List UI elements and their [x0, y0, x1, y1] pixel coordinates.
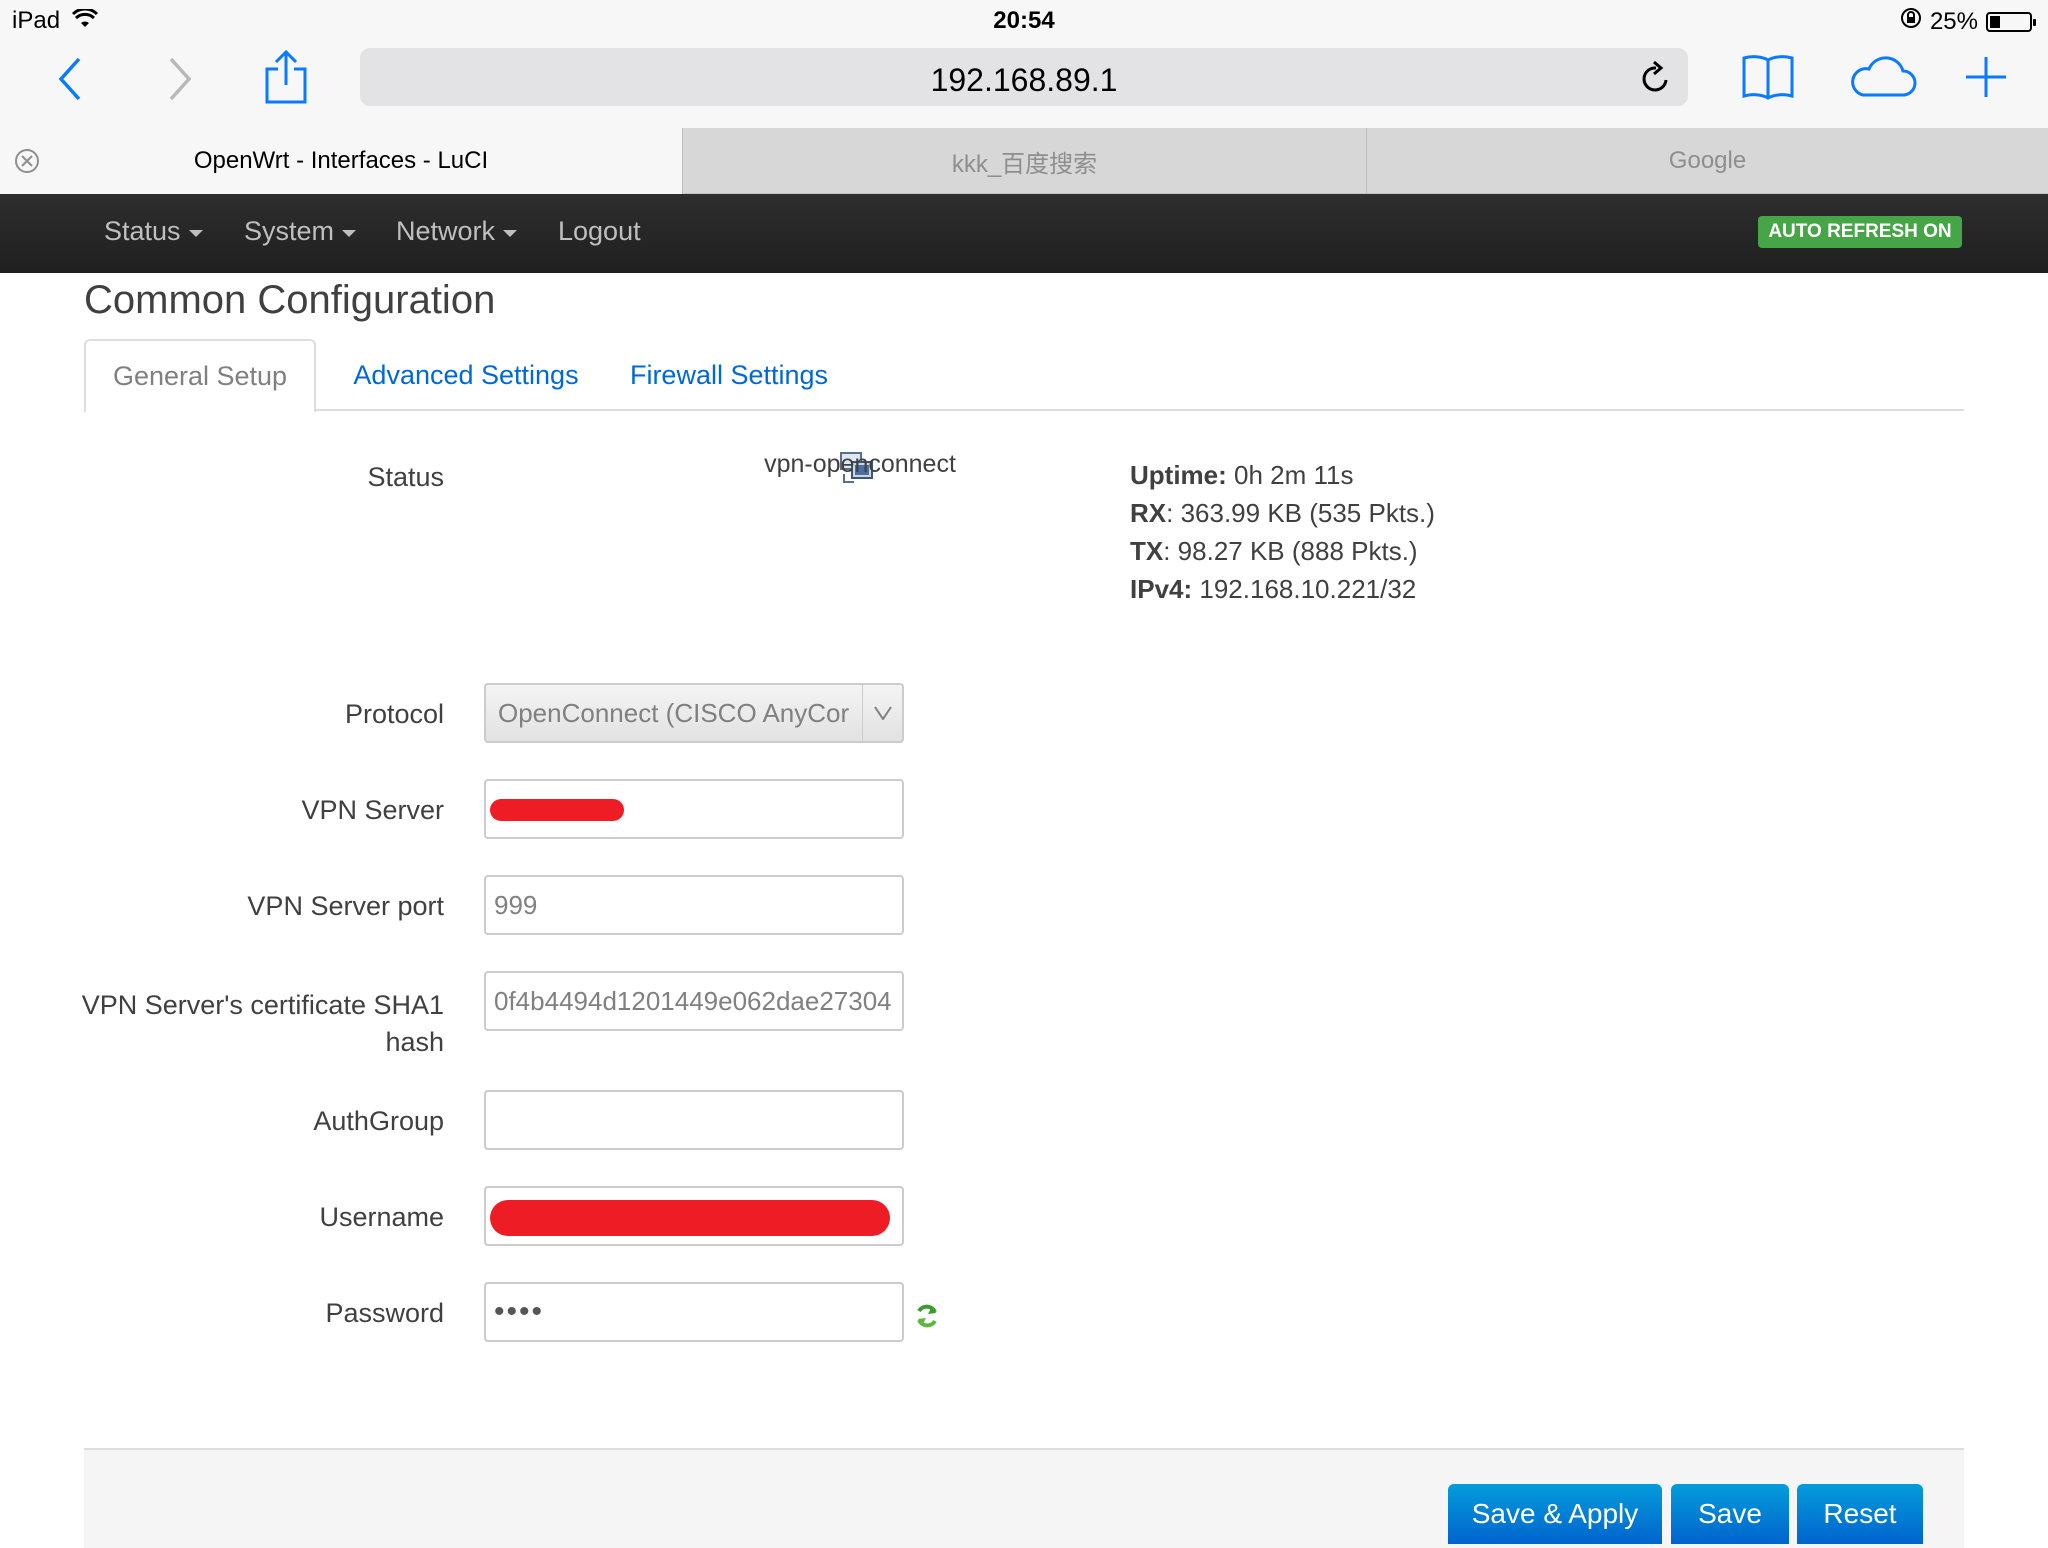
- ipv4-value: 192.168.10.221/32: [1192, 574, 1417, 604]
- battery-icon: [1986, 11, 2036, 32]
- tx-key: TX: [1130, 536, 1164, 566]
- close-tab-icon[interactable]: [14, 148, 40, 181]
- reload-icon[interactable]: [1640, 60, 1672, 99]
- authgroup-input[interactable]: [484, 1090, 904, 1150]
- nav-system[interactable]: System: [244, 216, 357, 247]
- nav-logout[interactable]: Logout: [558, 216, 641, 247]
- nav-status[interactable]: Status: [104, 216, 203, 247]
- rx-row: RX: 363.99 KB (535 Pkts.): [1130, 494, 1435, 532]
- password-label: Password: [325, 1298, 444, 1328]
- browser-tab-google[interactable]: Google: [1366, 128, 2048, 194]
- rotation-lock-icon: [1900, 7, 1922, 36]
- redaction-mark: [490, 1200, 890, 1236]
- vpn-server-port-label: VPN Server port: [247, 891, 444, 921]
- page-title: Common Configuration: [84, 278, 496, 322]
- ios-status-bar: iPad 20:54 25%: [0, 0, 2048, 42]
- vpn-server-label: VPN Server: [301, 795, 444, 825]
- rx-value: : 363.99 KB (535 Pkts.): [1166, 498, 1435, 528]
- bookmarks-icon[interactable]: [1740, 52, 1796, 102]
- luci-nav-bar: Status System Network Logout: [0, 194, 2048, 273]
- uptime-value: 0h 2m 11s: [1226, 460, 1354, 490]
- reset-button[interactable]: Reset: [1797, 1484, 1923, 1544]
- browser-tab-baidu[interactable]: kkk_百度搜索: [682, 128, 1366, 194]
- reveal-password-icon[interactable]: [914, 1302, 940, 1335]
- back-icon[interactable]: [50, 54, 90, 104]
- url-text: 192.168.89.1: [930, 62, 1118, 98]
- tab-title: OpenWrt - Interfaces - LuCI: [193, 147, 489, 174]
- caret-down-icon: [342, 229, 357, 237]
- uptime-key: Uptime:: [1130, 460, 1227, 490]
- clock: 20:54: [993, 7, 1055, 34]
- username-input[interactable]: [484, 1186, 904, 1246]
- address-bar[interactable]: 192.168.89.1: [360, 48, 1688, 106]
- save-apply-button[interactable]: Save & Apply: [1448, 1484, 1662, 1544]
- ipv4-key: IPv4:: [1130, 574, 1193, 604]
- nav-network-label: Network: [396, 216, 496, 246]
- interface-status-info: Uptime: 0h 2m 11s RX: 363.99 KB (535 Pkt…: [1130, 456, 1435, 608]
- config-tabs: General Setup Advanced Settings Firewall…: [84, 339, 1964, 413]
- forward-icon[interactable]: [160, 54, 200, 104]
- share-icon[interactable]: [262, 46, 310, 108]
- cert-hash-label: VPN Server's certificate SHA1 hash: [82, 987, 444, 1061]
- tab-general-setup[interactable]: General Setup: [84, 339, 316, 413]
- tx-value: : 98.27 KB (888 Pkts.): [1163, 536, 1418, 566]
- protocol-label: Protocol: [344, 699, 444, 729]
- save-button[interactable]: Save: [1671, 1484, 1789, 1544]
- authgroup-label: AuthGroup: [313, 1106, 444, 1136]
- auto-refresh-badge[interactable]: AUTO REFRESH ON: [1758, 216, 1962, 248]
- battery-percent: 25%: [1929, 7, 1978, 35]
- interface-device-name: vpn-openconnect: [764, 450, 956, 478]
- chevron-down-icon[interactable]: [862, 685, 902, 741]
- cert-hash-input[interactable]: 0f4b4494d1201449e062dae27304: [484, 971, 904, 1031]
- status-label: Status: [367, 462, 444, 492]
- protocol-select[interactable]: OpenConnect (CISCO AnyCor: [484, 683, 904, 743]
- new-tab-icon[interactable]: [1962, 52, 2010, 102]
- nav-system-label: System: [244, 216, 335, 246]
- vpn-server-input[interactable]: [484, 779, 904, 839]
- tab-title: Google: [1668, 147, 1747, 174]
- tab-advanced-settings[interactable]: Advanced Settings: [346, 339, 586, 411]
- rx-key: RX: [1130, 498, 1167, 528]
- icloud-tabs-icon[interactable]: [1846, 52, 1918, 102]
- username-label: Username: [319, 1202, 444, 1232]
- vpn-server-port-input[interactable]: 999: [484, 875, 904, 935]
- cert-hash-label-line2: hash: [385, 1027, 444, 1057]
- caret-down-icon: [188, 229, 203, 237]
- nav-network[interactable]: Network: [396, 216, 518, 247]
- tx-row: TX: 98.27 KB (888 Pkts.): [1130, 532, 1435, 570]
- browser-tab-openwrt[interactable]: OpenWrt - Interfaces - LuCI: [0, 128, 682, 194]
- redaction-mark: [490, 799, 624, 821]
- ipv4-row: IPv4: 192.168.10.221/32: [1130, 570, 1435, 608]
- browser-toolbar: 192.168.89.1: [0, 42, 2048, 128]
- cert-hash-label-line1: VPN Server's certificate SHA1: [81, 990, 444, 1020]
- tab-firewall-settings[interactable]: Firewall Settings: [614, 339, 844, 411]
- nav-status-label: Status: [104, 216, 181, 246]
- protocol-value: OpenConnect (CISCO AnyCor: [498, 697, 850, 728]
- nav-logout-label: Logout: [558, 216, 641, 246]
- browser-tab-bar: OpenWrt - Interfaces - LuCI kkk_百度搜索 Goo…: [0, 128, 2048, 194]
- tab-title: kkk_百度搜索: [951, 150, 1098, 178]
- caret-down-icon: [503, 229, 518, 237]
- password-input[interactable]: ••••: [484, 1282, 904, 1342]
- uptime-row: Uptime: 0h 2m 11s: [1130, 456, 1435, 494]
